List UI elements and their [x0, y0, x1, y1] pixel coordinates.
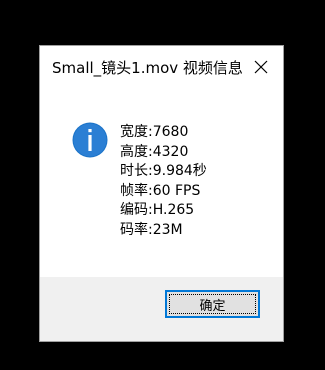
info-line-framerate: 帧率: 60 FPS	[120, 182, 207, 202]
dialog-title: Small_镜头1.mov 视频信息	[52, 59, 243, 77]
info-line-bitrate: 码率: 23M	[120, 221, 207, 241]
info-icon	[72, 122, 108, 158]
ok-button[interactable]: 确定	[165, 290, 260, 318]
info-value: 60 FPS	[152, 182, 201, 199]
dialog-footer: 确定	[40, 277, 283, 341]
dialog-content: 宽度: 7680 高度: 4320 时长: 9.984秒 帧率: 60 FPS …	[40, 89, 283, 277]
ok-button-label: 确定	[199, 298, 226, 314]
info-label: 宽度:	[120, 124, 153, 140]
info-line-height: 高度: 4320	[120, 143, 207, 163]
info-label: 时长:	[120, 163, 153, 179]
info-value: 4320	[152, 143, 189, 160]
info-label: 高度:	[120, 143, 153, 160]
info-label: 编码:	[120, 202, 153, 218]
dialog-titlebar[interactable]: Small_镜头1.mov 视频信息	[40, 46, 283, 89]
video-info-dialog: Small_镜头1.mov 视频信息 宽度: 7680 高度: 4320 时长:…	[39, 45, 284, 342]
info-value: 9.984秒	[152, 163, 207, 179]
close-icon	[254, 60, 268, 74]
info-line-duration: 时长: 9.984秒	[120, 162, 207, 182]
info-label: 帧率:	[120, 182, 153, 199]
info-value: 7680	[152, 124, 189, 140]
info-line-width: 宽度: 7680	[120, 123, 207, 143]
info-value: 23M	[152, 221, 183, 238]
info-line-codec: 编码: H.265	[120, 201, 207, 221]
info-label: 码率:	[120, 221, 153, 238]
info-value: H.265	[152, 202, 195, 218]
info-lines: 宽度: 7680 高度: 4320 时长: 9.984秒 帧率: 60 FPS …	[120, 123, 207, 240]
close-button[interactable]	[237, 46, 283, 89]
